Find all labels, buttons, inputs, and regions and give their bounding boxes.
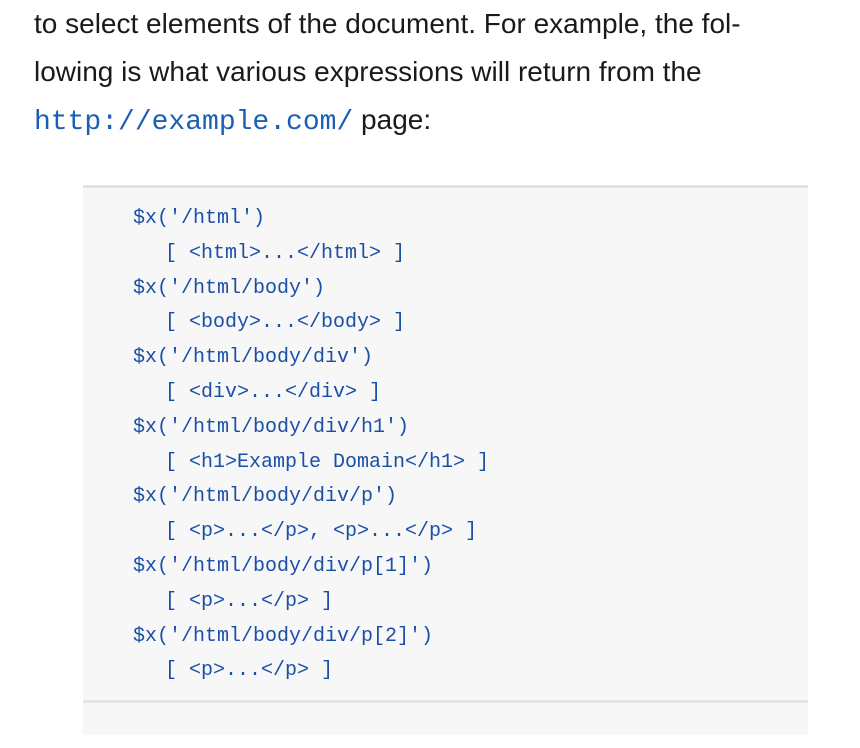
code-listing: $x('/html') [ <html>...</html> ] $x('/html… (133, 202, 489, 689)
code-result-line: [ <h1>Example Domain</h1> ] (165, 450, 490, 474)
code-line: $x('/html/body/div/p[2]') (133, 624, 434, 648)
code-line: $x('/html/body/div/h1') (133, 415, 410, 439)
code-line: $x('/html/body') (133, 276, 326, 300)
paragraph-line-2: lowing is what various expressions will … (34, 56, 702, 87)
code-result-line: [ <body>...</body> ] (165, 311, 406, 335)
code-block: $x('/html') [ <html>...</html> ] $x('/html… (83, 185, 808, 735)
code-result-line: [ <p>...</p>, <p>...</p> ] (165, 520, 478, 544)
code-result-line: [ <p>...</p> ] (165, 659, 334, 683)
paragraph-line-1: to select elements of the document. For … (34, 8, 741, 39)
code-line: $x('/html/body/div') (133, 346, 374, 370)
paragraph-line-3-text: page: (353, 104, 432, 135)
code-line: $x('/html') (133, 207, 266, 230)
example-url-code: http://example.com/ (34, 107, 354, 138)
code-line: $x('/html/body/div/p[1]') (133, 554, 434, 578)
code-result-line: [ <div>...</div> ] (165, 380, 382, 404)
body-paragraph: to select elements of the document. For … (34, 0, 854, 147)
paragraph-line-3: http://example.com/ page: (34, 96, 854, 147)
code-result-line: [ <p>...</p> ] (165, 589, 334, 613)
code-line: $x('/html/body/div/p') (133, 485, 398, 509)
code-block-divider (83, 700, 808, 703)
code-result-line: [ <html>...</html> ] (165, 241, 406, 265)
